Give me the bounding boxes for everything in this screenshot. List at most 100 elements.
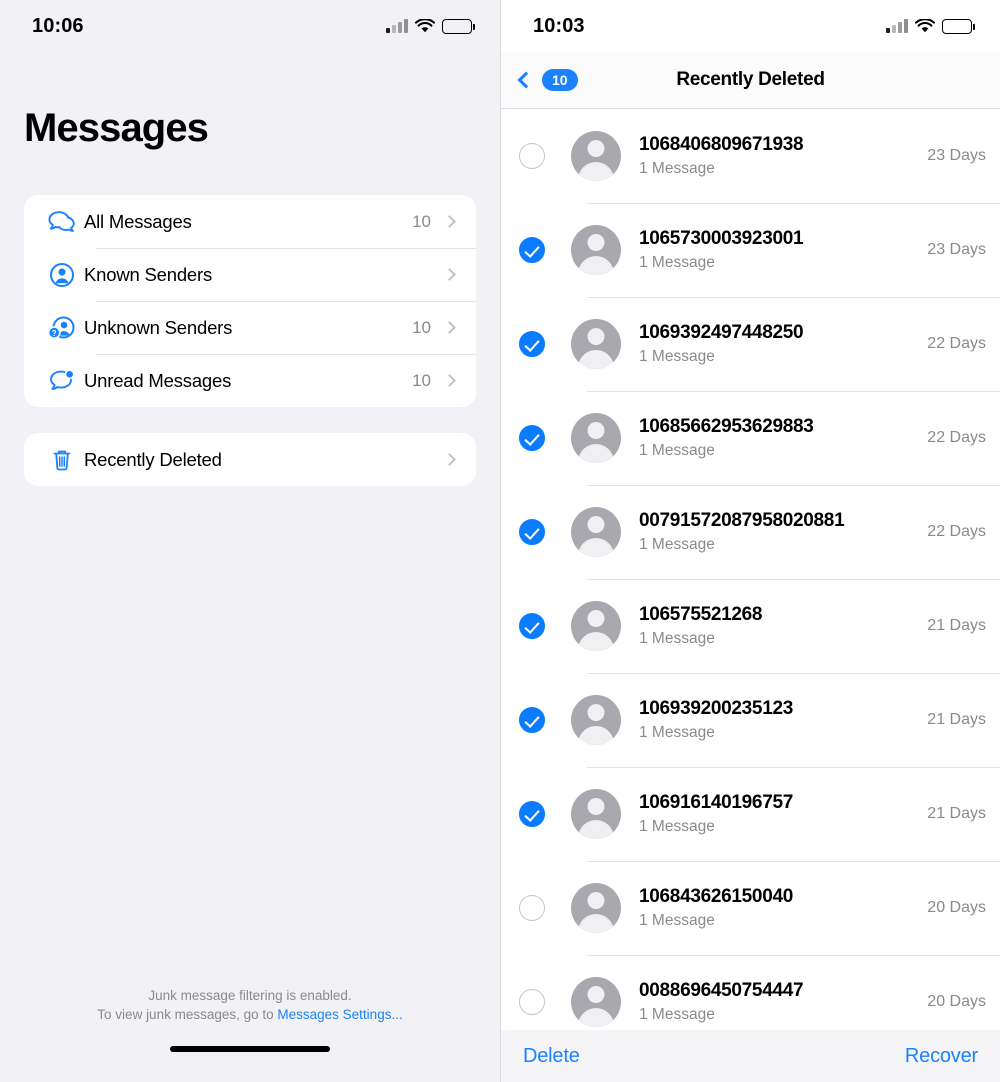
svg-text:?: ? [52,329,57,338]
avatar [571,131,621,181]
status-indicators [886,17,975,34]
row-checkbox[interactable] [519,237,545,263]
avatar [571,319,621,369]
messages-screen: 10:06 Messages All Messages 10 Known Sen… [0,0,500,1082]
row-days: 23 Days [927,241,986,258]
row-days: 21 Days [927,617,986,634]
avatar [571,413,621,463]
cellular-signal-icon [886,19,908,33]
chevron-right-icon [443,268,456,281]
known-sender-icon [40,262,84,288]
row-subtitle: 1 Message [639,536,715,553]
list-item[interactable]: 106939200235123 1 Message 21 Days [501,673,1000,767]
sidebar-item-count: 10 [412,317,431,337]
row-meta: 106916140196757 1 Message [639,792,927,836]
row-subtitle: 1 Message [639,912,715,929]
avatar [571,977,621,1027]
deleted-conversations-list[interactable]: 1068406809671938 1 Message 23 Days 10657… [501,109,1000,1030]
sidebar-item-unread-messages[interactable]: Unread Messages 10 [24,354,476,407]
row-meta: 106843626150040 1 Message [639,886,927,930]
row-days: 21 Days [927,711,986,728]
row-meta: 00791572087958020881 1 Message [639,510,927,554]
list-item[interactable]: 106843626150040 1 Message 20 Days [501,861,1000,955]
footnote-prefix: To view junk messages, go to [97,1007,278,1022]
row-checkbox[interactable] [519,707,545,733]
row-title: 106843626150040 [639,886,794,907]
back-count-badge: 10 [542,69,578,91]
row-subtitle: 1 Message [639,818,715,835]
status-time: 10:03 [533,14,585,37]
row-title: 1069392497448250 [639,322,804,343]
row-subtitle: 1 Message [639,348,715,365]
row-subtitle: 1 Message [639,442,715,459]
list-item[interactable]: 0088696450754447 1 Message 20 Days [501,955,1000,1030]
row-title: 00791572087958020881 [639,510,845,531]
recover-button[interactable]: Recover [905,1045,978,1068]
row-meta: 0088696450754447 1 Message [639,980,927,1024]
delete-button[interactable]: Delete [523,1045,580,1068]
sidebar-item-count: 10 [412,211,431,231]
list-item[interactable]: 106916140196757 1 Message 21 Days [501,767,1000,861]
row-days: 23 Days [927,147,986,164]
list-item[interactable]: 00791572087958020881 1 Message 22 Days [501,485,1000,579]
sidebar-item-all-messages[interactable]: All Messages 10 [24,195,476,248]
chevron-right-icon [443,374,456,387]
wifi-icon [914,17,936,34]
list-item[interactable]: 1069392497448250 1 Message 22 Days [501,297,1000,391]
page-title: Messages [24,106,209,150]
dual-phone-screenshot: 10:06 Messages All Messages 10 Known Sen… [0,0,1000,1082]
list-item[interactable]: 106575521268 1 Message 21 Days [501,579,1000,673]
list-item[interactable]: 1068406809671938 1 Message 23 Days [501,109,1000,203]
home-indicator-area-left [0,1030,500,1082]
row-subtitle: 1 Message [639,1006,715,1023]
navigation-bar: 10 Recently Deleted [501,52,1000,109]
bottom-toolbar: Delete Recover [501,1030,1000,1082]
row-checkbox[interactable] [519,895,545,921]
sidebar-item-unknown-senders[interactable]: ? Unknown Senders 10 [24,301,476,354]
row-subtitle: 1 Message [639,254,715,271]
unknown-sender-icon: ? [40,315,84,341]
row-title: 10685662953629883 [639,416,814,437]
sidebar-item-recently-deleted[interactable]: Recently Deleted [24,433,476,486]
avatar [571,507,621,557]
chevron-right-icon [443,321,456,334]
battery-icon [442,18,475,34]
row-days: 20 Days [927,993,986,1010]
row-meta: 106575521268 1 Message [639,604,927,648]
sidebar-item-label: Recently Deleted [84,448,222,470]
home-indicator[interactable] [170,1046,330,1052]
row-subtitle: 1 Message [639,630,715,647]
sidebar-item-count: 10 [412,370,431,390]
row-checkbox[interactable] [519,801,545,827]
status-time: 10:06 [32,14,84,37]
row-meta: 106939200235123 1 Message [639,698,927,742]
messages-settings-link[interactable]: Messages Settings... [277,1007,402,1022]
row-checkbox[interactable] [519,519,545,545]
sidebar-item-label: All Messages [84,210,192,232]
back-button[interactable]: 10 [501,69,578,91]
list-item[interactable]: 10685662953629883 1 Message 22 Days [501,391,1000,485]
row-title: 106916140196757 [639,792,794,813]
recently-deleted-card: Recently Deleted [24,433,476,486]
sidebar-item-label: Unknown Senders [84,316,233,338]
row-checkbox[interactable] [519,425,545,451]
footnote-line-1: Junk message filtering is enabled. [148,988,352,1003]
unread-messages-icon [40,368,84,394]
row-checkbox[interactable] [519,331,545,357]
sidebar-item-label: Known Senders [84,263,213,285]
row-checkbox[interactable] [519,989,545,1015]
row-title: 1065730003923001 [639,228,804,249]
row-meta: 1065730003923001 1 Message [639,228,927,272]
footnote-line-2: To view junk messages, go to Messages Se… [0,1005,500,1024]
avatar [571,883,621,933]
row-title: 106939200235123 [639,698,794,719]
row-checkbox[interactable] [519,143,545,169]
row-meta: 10685662953629883 1 Message [639,416,927,460]
list-item[interactable]: 1065730003923001 1 Message 23 Days [501,203,1000,297]
wifi-icon [414,17,436,34]
row-checkbox[interactable] [519,613,545,639]
row-days: 22 Days [927,335,986,352]
recently-deleted-screen: 10:03 10 Recently Deleted 10684068096719… [500,0,1000,1082]
sidebar-item-known-senders[interactable]: Known Senders [24,248,476,301]
row-meta: 1069392497448250 1 Message [639,322,927,366]
